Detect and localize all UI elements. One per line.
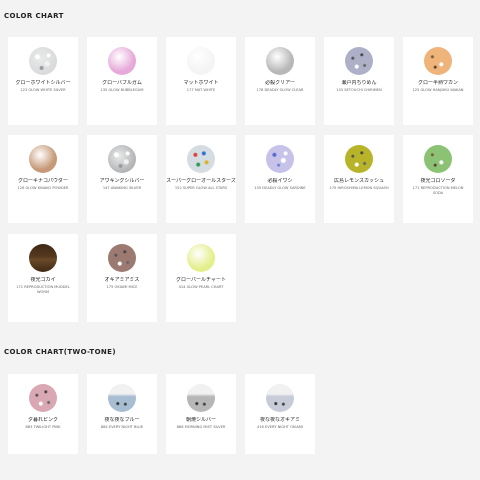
color-swatch (345, 47, 373, 75)
color-card[interactable]: グローバブルガム 135 GLOW BUBBLEGUM (87, 37, 157, 125)
color-card[interactable]: 朝焼シルバー 886 MORNING MIST SILVER (166, 374, 236, 454)
color-code: 171 REPRODUCTION MELON SODA (412, 186, 464, 195)
color-swatch (345, 145, 373, 173)
color-swatch (424, 145, 452, 173)
color-name: 瀬戸内ちりめん (341, 80, 377, 86)
color-name: 夜な夜なオキアミ (260, 417, 300, 423)
color-swatch (108, 145, 136, 173)
color-name: 広島レモンスカッシュ (334, 178, 384, 184)
color-code: 884 EVERY NIGHT BLUE (100, 425, 144, 429)
color-swatch (29, 244, 57, 272)
color-code: 126 GLOW KINAKO POWDER (17, 186, 69, 190)
color-swatch (108, 244, 136, 272)
color-swatch (187, 47, 215, 75)
color-code: 175 OKIAMI MICE (106, 285, 138, 289)
color-code: 152 SUPER GLOW ALL STARS (174, 186, 228, 190)
color-code: 135 GLOW BUBBLEGUM (100, 88, 144, 92)
color-name: 夜な夜なブルー (104, 417, 140, 423)
color-name: グロー半熟ワカン (417, 80, 458, 86)
color-name: 必殺クリアー (265, 80, 295, 86)
color-card[interactable]: 広島レモンスカッシュ 170 HIROSHIMA LEMON SQUASH (324, 135, 394, 223)
color-swatch (29, 47, 57, 75)
color-code: 133 SETOUCHI CHIRIMEN (336, 88, 382, 92)
color-card[interactable]: 瀬戸内ちりめん 133 SETOUCHI CHIRIMEN (324, 37, 394, 125)
color-card[interactable]: 必殺クリアー 178 DEADLY GLOW CLEAR (245, 37, 315, 125)
color-code: 155 DEADLY GLOW SARDINE (254, 186, 306, 190)
color-code: 125 GLOW HANJUKU WAKAN (412, 88, 464, 92)
color-name: スーパーグローオールスターズ (166, 178, 236, 184)
color-name: 夜光ゴカイ (30, 277, 56, 283)
color-name: アワキングシルバー (99, 178, 145, 184)
color-swatch (266, 145, 294, 173)
color-swatch (266, 47, 294, 75)
color-swatch (424, 47, 452, 75)
color-code: 883 TWILIGHT PINK (25, 425, 61, 429)
color-swatch (108, 47, 136, 75)
color-card[interactable]: グローキナコパウダー 126 GLOW KINAKO POWDER (8, 135, 78, 223)
color-card[interactable]: グローパールチャート 414 GLOW PEARL CHART (166, 234, 236, 322)
section-title-color-chart: COLOR CHART (4, 12, 64, 20)
color-card[interactable]: 夜な夜なブルー 884 EVERY NIGHT BLUE (87, 374, 157, 454)
color-code: 170 HIROSHIMA LEMON SQUASH (329, 186, 389, 190)
color-name: グローパールチャート (176, 277, 226, 283)
color-code: 177 MAT WHITE (186, 88, 216, 92)
color-swatch (108, 384, 136, 412)
color-card[interactable]: 夜光ゴロソーダ 171 REPRODUCTION MELON SODA (403, 135, 473, 223)
color-name: マットホワイト (183, 80, 219, 86)
color-swatch (29, 145, 57, 173)
color-name: グローキナコパウダー (17, 178, 68, 184)
color-code: 171 REPRODUCTION MUDDEL WORM (16, 285, 70, 294)
color-name: オキアミアミス (104, 277, 140, 283)
color-code: 886 MORNING MIST SILVER (176, 425, 226, 429)
color-swatch (29, 384, 57, 412)
color-card[interactable]: オキアミアミス 175 OKIAMI MICE (87, 234, 157, 322)
color-name: 夕暮れピンク (27, 417, 58, 423)
color-code: 178 DEADLY GLOW CLEAR (256, 88, 304, 92)
color-code: 414 GLOW PEARL CHART (178, 285, 224, 289)
color-name: グローホワイトシルバー (15, 80, 71, 86)
color-card[interactable]: グロー半熟ワカン 125 GLOW HANJUKU WAKAN (403, 37, 473, 125)
color-code: 123 GLOW WHITE SILVER (20, 88, 66, 92)
color-card[interactable]: 夕暮れピンク 883 TWILIGHT PINK (8, 374, 78, 454)
section-title-two-tone: COLOR CHART(TWO-TONE) (4, 348, 116, 356)
color-card[interactable]: マットホワイト 177 MAT WHITE (166, 37, 236, 125)
color-name: 必殺イワシ (267, 178, 293, 184)
color-name: 夜光ゴロソーダ (420, 178, 456, 184)
color-card[interactable]: スーパーグローオールスターズ 152 SUPER GLOW ALL STARS (166, 135, 236, 223)
color-swatch (187, 384, 215, 412)
color-swatch (266, 384, 294, 412)
color-swatch (187, 145, 215, 173)
color-name: 朝焼シルバー (185, 417, 216, 423)
color-card[interactable]: 夜光ゴカイ 171 REPRODUCTION MUDDEL WORM (8, 234, 78, 322)
color-card[interactable]: 夜な夜なオキアミ 416 EVERY NIGHT OKIAMI (245, 374, 315, 454)
color-name: グローバブルガム (102, 80, 142, 86)
color-card[interactable]: アワキングシルバー 147 AWAKING SILVER (87, 135, 157, 223)
color-card[interactable]: 必殺イワシ 155 DEADLY GLOW SARDINE (245, 135, 315, 223)
color-card[interactable]: グローホワイトシルバー 123 GLOW WHITE SILVER (8, 37, 78, 125)
color-code: 147 AWAKING SILVER (102, 186, 142, 190)
color-code: 416 EVERY NIGHT OKIAMI (256, 425, 304, 429)
color-swatch (187, 244, 215, 272)
